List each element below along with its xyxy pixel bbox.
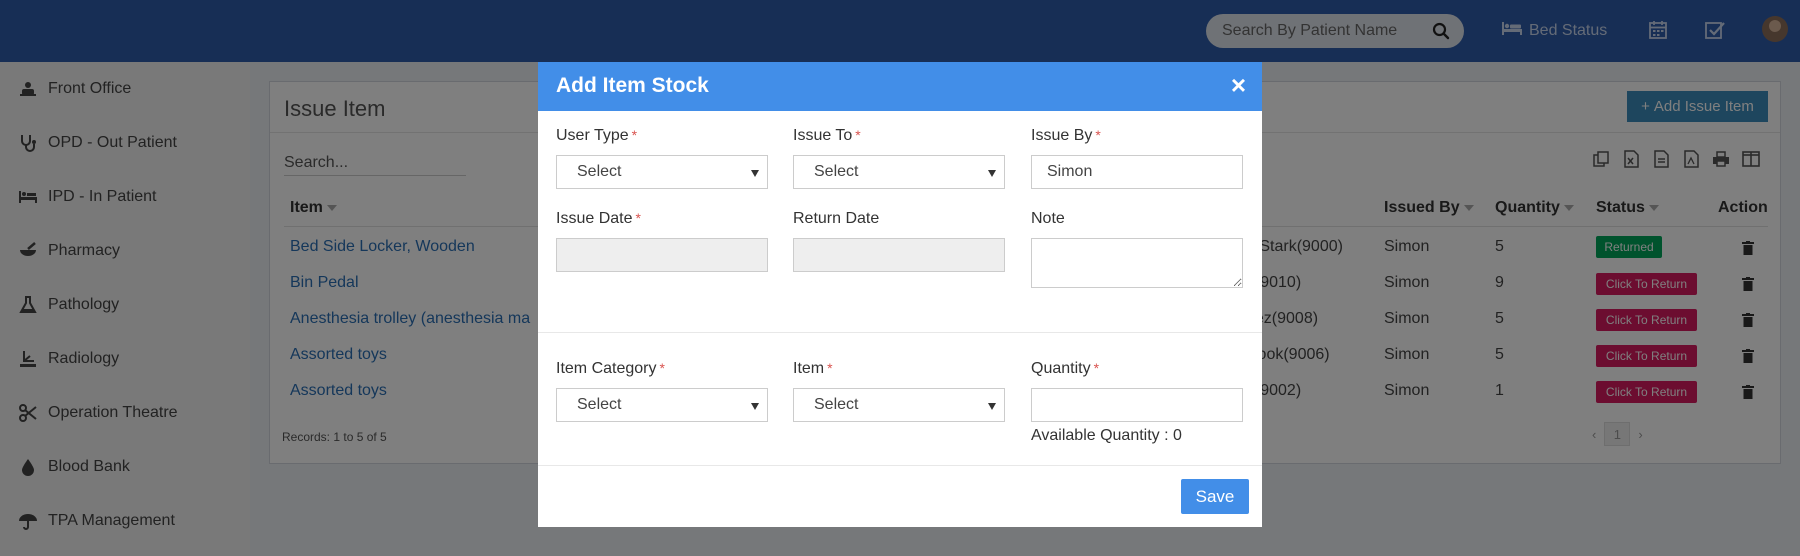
add-item-stock-modal: Add Item Stock × User Type * Select Issue…: [538, 62, 1262, 527]
modal-title: Add Item Stock: [556, 74, 709, 97]
user-type-label-text: User Type: [556, 127, 629, 144]
modal-footer-divider: [538, 465, 1262, 466]
item-category-select[interactable]: Select: [556, 388, 768, 422]
user-type-select[interactable]: Select: [556, 155, 768, 189]
modal-divider: [538, 332, 1262, 333]
issue-by-label-text: Issue By: [1031, 127, 1093, 144]
quantity-label: Quantity *: [1031, 360, 1099, 378]
close-icon[interactable]: ×: [1231, 72, 1246, 98]
issue-to-label: Issue To *: [793, 127, 861, 145]
issue-to-label-text: Issue To: [793, 127, 853, 144]
modal-header: Add Item Stock ×: [538, 62, 1262, 111]
issue-date-label: Issue Date *: [556, 210, 641, 228]
issue-date-input[interactable]: [556, 238, 768, 272]
required-mark: *: [635, 210, 641, 226]
item-label-text: Item: [793, 360, 825, 377]
chevron-down-icon: [751, 403, 759, 410]
user-type-label: User Type *: [556, 127, 637, 145]
quantity-label-text: Quantity: [1031, 360, 1091, 377]
item-category-label: Item Category *: [556, 360, 665, 378]
return-date-input[interactable]: [793, 238, 1005, 272]
required-mark: *: [827, 360, 833, 376]
save-button[interactable]: Save: [1181, 479, 1249, 514]
chevron-down-icon: [988, 403, 996, 410]
item-category-value: Select: [577, 396, 622, 413]
note-textarea[interactable]: [1031, 238, 1243, 288]
note-label: Note: [1031, 210, 1065, 227]
required-mark: *: [1093, 360, 1100, 376]
item-select[interactable]: Select: [793, 388, 1005, 422]
issue-date-label-text: Issue Date: [556, 210, 633, 227]
required-mark: *: [631, 127, 638, 143]
user-type-value: Select: [577, 163, 622, 180]
issue-to-value: Select: [814, 163, 859, 180]
chevron-down-icon: [988, 170, 996, 177]
item-label: Item *: [793, 360, 833, 378]
required-mark: *: [1095, 127, 1101, 143]
item-value: Select: [814, 396, 859, 413]
issue-to-select[interactable]: Select: [793, 155, 1005, 189]
issue-by-input[interactable]: [1031, 155, 1243, 189]
available-quantity-text: Available Quantity : 0: [1031, 427, 1182, 444]
chevron-down-icon: [751, 170, 759, 177]
item-category-label-text: Item Category: [556, 360, 657, 377]
required-mark: *: [659, 360, 665, 376]
required-mark: *: [855, 127, 861, 143]
quantity-input[interactable]: [1031, 388, 1243, 422]
return-date-label: Return Date: [793, 210, 880, 227]
issue-by-label: Issue By *: [1031, 127, 1101, 145]
